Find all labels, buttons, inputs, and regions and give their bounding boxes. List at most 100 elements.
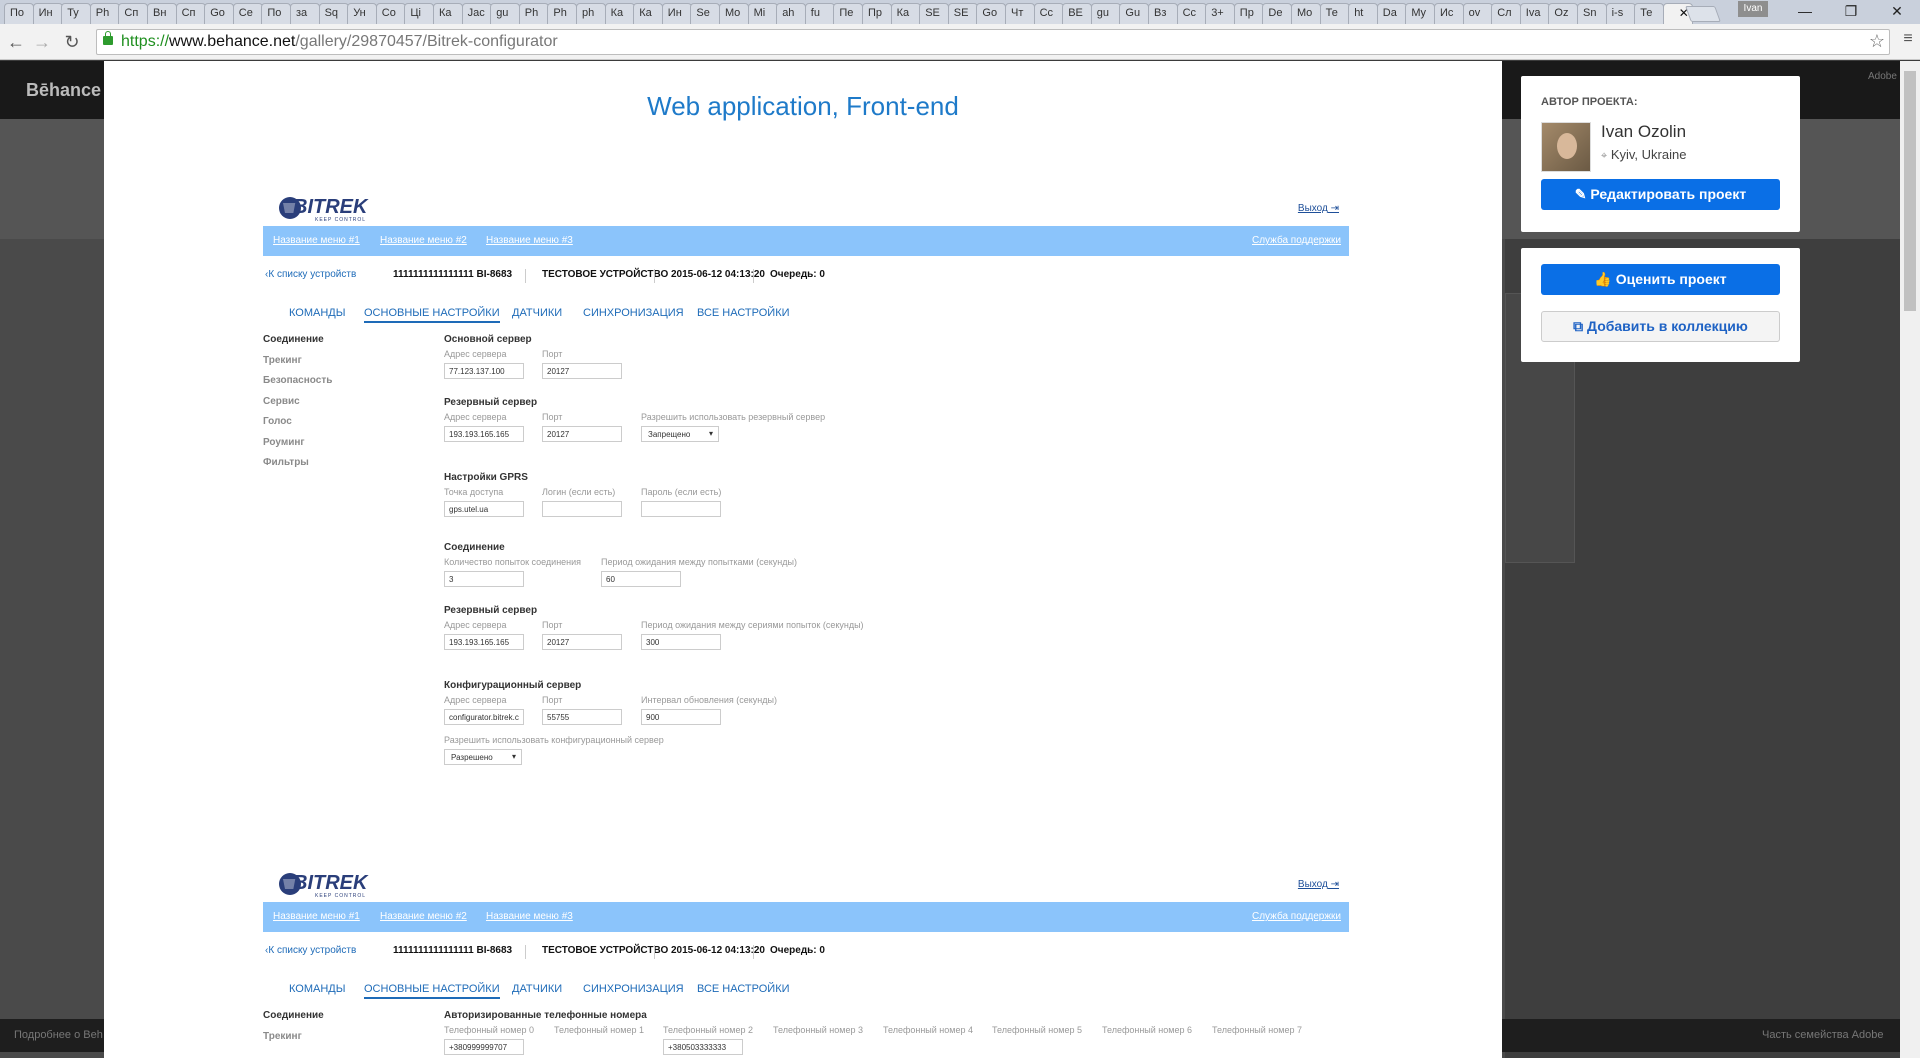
url-text[interactable]: https://www.behance.net/gallery/29870457… (121, 33, 558, 51)
reserve-server-address-input[interactable]: 193.193.165.165 (444, 426, 524, 442)
browser-tab[interactable]: Ун (347, 3, 378, 24)
browser-tab[interactable]: Те (1319, 3, 1350, 24)
author-name[interactable]: Ivan Ozolin (1601, 122, 1686, 142)
browser-tab[interactable]: Mi (747, 3, 778, 24)
refresh-interval-input[interactable]: 900 (641, 709, 721, 725)
tab-sensors[interactable]: ДАТЧИКИ (512, 307, 562, 319)
back-to-devices-link[interactable]: ‹ К списку устройств (265, 269, 356, 280)
support-link[interactable]: Служба поддержки (1252, 911, 1341, 922)
browser-tab[interactable]: ph (576, 3, 606, 24)
browser-tab[interactable]: По (4, 3, 34, 24)
add-to-collection-button[interactable]: ⧉ Добавить в коллекцию (1541, 311, 1780, 342)
browser-tab[interactable]: Go (976, 3, 1007, 24)
profile-badge[interactable]: Ivan (1738, 1, 1768, 17)
back-to-devices-link[interactable]: ‹ К списку устройств (265, 945, 356, 956)
browser-tab[interactable]: Ка (604, 3, 635, 24)
config-address-input[interactable]: configurator.bitrek.c (444, 709, 524, 725)
browser-tab[interactable]: Со (375, 3, 406, 24)
browser-tab[interactable]: Iva (1519, 3, 1550, 24)
side-item-tracking[interactable]: Трекинг (263, 355, 302, 366)
browser-tab[interactable]: Se (690, 3, 721, 24)
menu-link-3[interactable]: Название меню #3 (486, 235, 573, 246)
rate-project-button[interactable]: 👍 Оценить проект (1541, 264, 1780, 295)
reserve-server-port-input[interactable]: 20127 (542, 426, 622, 442)
browser-tab[interactable]: Пр (1233, 3, 1264, 24)
adobe-logo[interactable]: Adobe (1868, 71, 1897, 82)
apn-input[interactable]: gps.utel.ua (444, 501, 524, 517)
minimize-icon[interactable]: — (1782, 0, 1828, 24)
close-window-icon[interactable]: ✕ (1874, 0, 1920, 24)
tab-sync[interactable]: СИНХРОНИЗАЦИЯ (583, 307, 684, 319)
browser-tab[interactable]: Ці (404, 3, 435, 24)
browser-tab[interactable]: Gu (1119, 3, 1150, 24)
browser-tab[interactable]: Сп (118, 3, 149, 24)
logout-link[interactable]: Выход ⇥ (1298, 203, 1339, 214)
menu-link-1[interactable]: Название меню #1 (273, 235, 360, 246)
reload-icon[interactable]: ↻ (60, 30, 84, 54)
tab-sync[interactable]: СИНХРОНИЗАЦИЯ (583, 983, 684, 995)
attempts-input[interactable]: 3 (444, 571, 524, 587)
avatar[interactable] (1541, 122, 1591, 172)
browser-tab[interactable]: Сс (1033, 3, 1064, 24)
browser-tab[interactable]: Сл (1491, 3, 1522, 24)
phone-2-input[interactable]: +380503333333 (663, 1039, 743, 1055)
browser-tab[interactable]: Ка (633, 3, 664, 24)
wait-period-input[interactable]: 60 (601, 571, 681, 587)
browser-tab[interactable]: My (1405, 3, 1436, 24)
side-item-connection[interactable]: Соединение (263, 334, 324, 345)
address-bar[interactable]: https://www.behance.net/gallery/29870457… (96, 29, 1890, 55)
browser-tab[interactable]: Oz (1548, 3, 1579, 24)
browser-tab[interactable]: i-s (1605, 3, 1636, 24)
browser-tab[interactable]: Ис (1434, 3, 1464, 24)
tab-all-settings[interactable]: ВСЕ НАСТРОЙКИ (697, 983, 790, 995)
password-input[interactable] (641, 501, 721, 517)
back-arrow-icon[interactable]: ← (4, 30, 28, 54)
side-item-service[interactable]: Сервис (263, 396, 300, 407)
menu-link-2[interactable]: Название меню #2 (380, 911, 467, 922)
bookmark-star-icon[interactable]: ☆ (1869, 31, 1885, 52)
footer-adobe-family[interactable]: Часть семейства Adobe (1762, 1029, 1883, 1041)
browser-tab[interactable]: Mo (1291, 3, 1321, 24)
tab-commands[interactable]: КОМАНДЫ (289, 307, 345, 319)
browser-tab[interactable]: Mo (719, 3, 749, 24)
allow-reserve-select[interactable]: Запрещено (641, 426, 719, 442)
browser-tab[interactable]: Ка (433, 3, 463, 24)
browser-tab[interactable]: Ка (890, 3, 921, 24)
browser-tab[interactable]: 3+ (1205, 3, 1236, 24)
side-item-voice[interactable]: Голос (263, 416, 292, 427)
browser-tab[interactable]: Чт (1005, 3, 1035, 24)
side-item-filters[interactable]: Фильтры (263, 457, 309, 468)
menu-link-2[interactable]: Название меню #2 (380, 235, 467, 246)
chrome-menu-icon[interactable]: ≡ (1900, 30, 1916, 54)
side-item-connection[interactable]: Соединение (263, 1010, 324, 1021)
reserve2-address-input[interactable]: 193.193.165.165 (444, 634, 524, 650)
phone-0-input[interactable]: +380999999707 (444, 1039, 524, 1055)
browser-tab[interactable]: Вз (1148, 3, 1178, 24)
menu-link-1[interactable]: Название меню #1 (273, 911, 360, 922)
side-item-roaming[interactable]: Роуминг (263, 437, 305, 448)
browser-tab[interactable]: Те (1634, 3, 1665, 24)
browser-tab[interactable]: Пе (833, 3, 864, 24)
main-server-port-input[interactable]: 20127 (542, 363, 622, 379)
reserve2-port-input[interactable]: 20127 (542, 634, 622, 650)
browser-tab[interactable]: ht (1348, 3, 1379, 24)
browser-tab[interactable]: Се (232, 3, 263, 24)
menu-link-3[interactable]: Название меню #3 (486, 911, 573, 922)
page-scrollbar[interactable] (1900, 61, 1920, 1058)
browser-tab[interactable]: Ин (661, 3, 692, 24)
browser-tab[interactable]: SE (919, 3, 950, 24)
tab-main-settings[interactable]: ОСНОВНЫЕ НАСТРОЙКИ (364, 983, 500, 999)
side-item-security[interactable]: Безопасность (263, 375, 332, 386)
browser-tab[interactable]: Ph (547, 3, 578, 24)
browser-tab[interactable]: По (261, 3, 292, 24)
login-input[interactable] (542, 501, 622, 517)
browser-tab[interactable]: Ту (61, 3, 92, 24)
browser-tab[interactable]: Ин (32, 3, 63, 24)
series-wait-input[interactable]: 300 (641, 634, 721, 650)
edit-project-button[interactable]: ✎ Редактировать проект (1541, 179, 1780, 210)
browser-tab[interactable]: Ph (89, 3, 120, 24)
browser-tab[interactable]: Сп (175, 3, 206, 24)
logout-link[interactable]: Выход ⇥ (1298, 879, 1339, 890)
main-server-address-input[interactable]: 77.123.137.100 (444, 363, 524, 379)
footer-about-link[interactable]: Подробнее о Beh (14, 1029, 103, 1041)
